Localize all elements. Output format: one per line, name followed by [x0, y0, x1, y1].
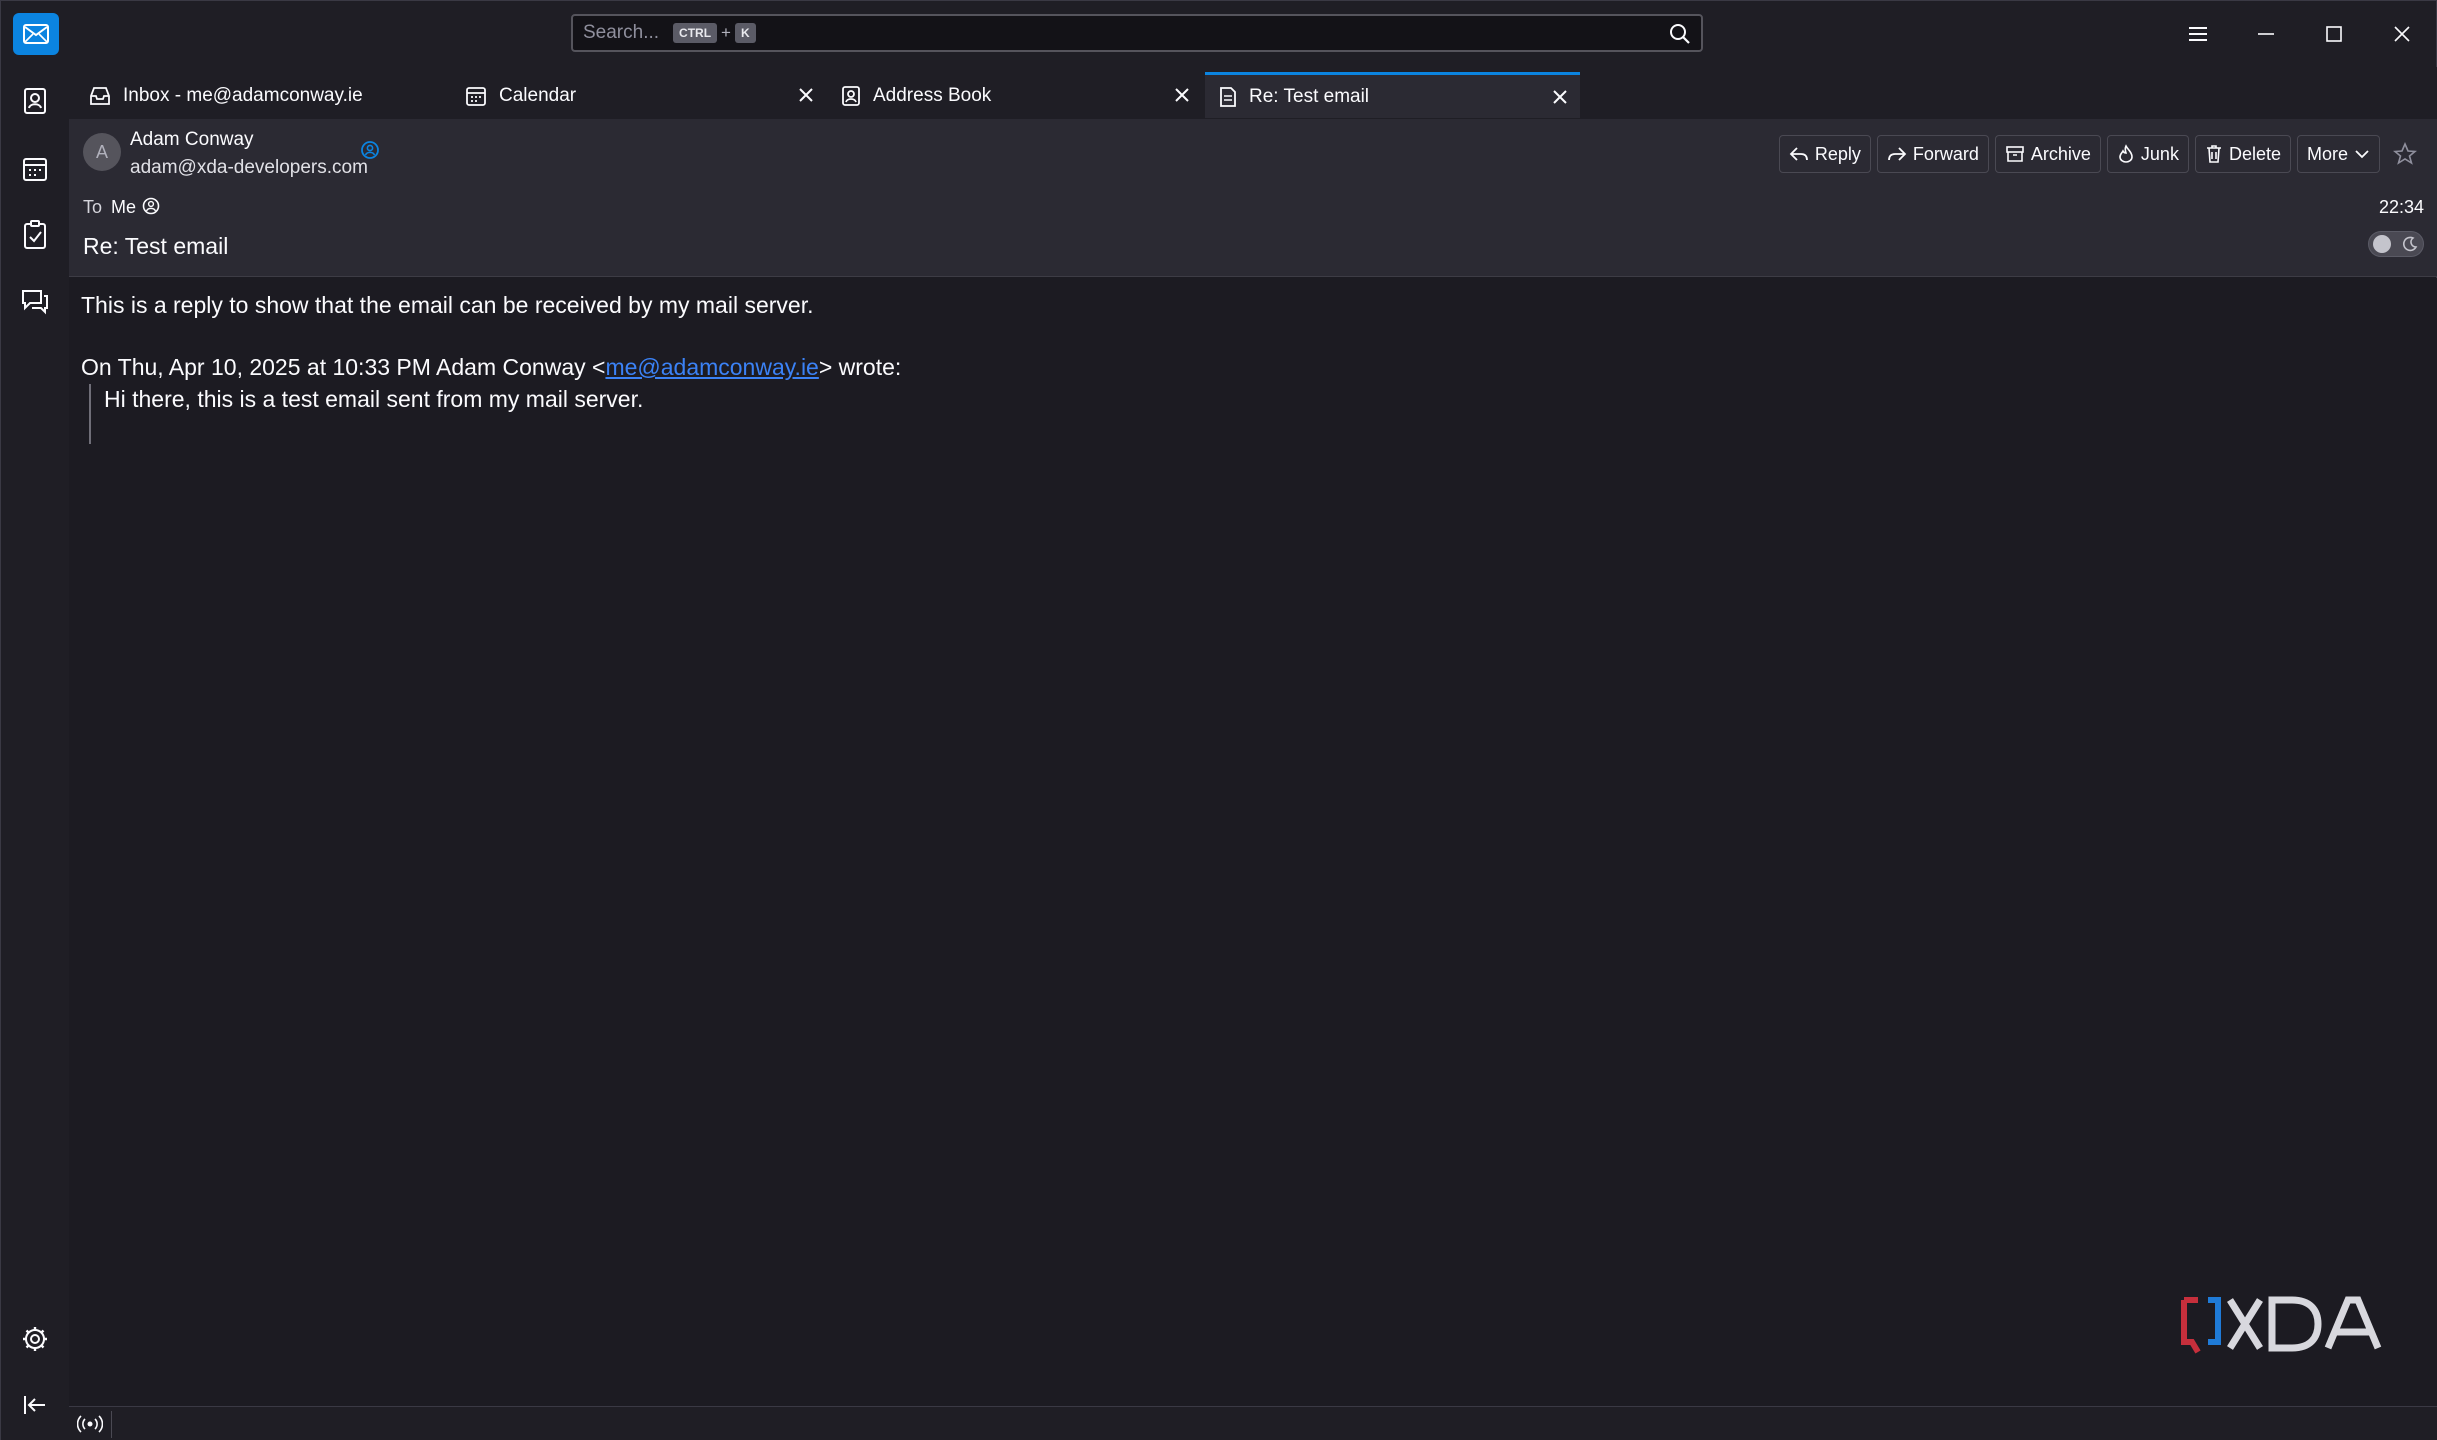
attribution-suffix: > wrote:	[818, 354, 902, 380]
thunderbird-window: Search... CTRL + K Inbox - me@adamconway…	[0, 0, 2437, 1440]
hamburger-menu-icon[interactable]	[2164, 1, 2232, 67]
message-subject: Re: Test email	[83, 233, 229, 259]
minimize-icon[interactable]	[2232, 1, 2300, 67]
contact-status-icon[interactable]	[361, 141, 379, 164]
sender-email[interactable]: adam@xda-developers.com	[130, 157, 368, 179]
search-icon[interactable]	[1669, 23, 1691, 50]
tab-label: Address Book	[873, 85, 992, 106]
sender-name[interactable]: Adam Conway	[130, 129, 254, 151]
archive-label: Archive	[2030, 143, 2091, 164]
tab-inbox[interactable]: Inbox - me@adamconway.ie	[75, 73, 450, 119]
tab-label: Re: Test email	[1249, 85, 1370, 107]
chat-space-icon[interactable]	[13, 279, 57, 323]
star-icon[interactable]	[2386, 135, 2424, 173]
contact-icon	[142, 197, 160, 220]
message-actions: Reply Forward Archive Junk Delete More	[1778, 135, 2424, 173]
to-label: To	[83, 197, 103, 217]
spaces-toolbar	[1, 67, 69, 1440]
search-input[interactable]: Search... CTRL + K	[571, 14, 1703, 52]
tab-address-book[interactable]: Address Book	[827, 73, 1202, 119]
address-book-space-icon[interactable]	[13, 79, 57, 123]
address-book-icon	[841, 85, 861, 107]
more-label: More	[2306, 143, 2348, 164]
attribution-prefix: On Thu, Apr 10, 2025 at 10:33 PM Adam Co…	[81, 354, 606, 380]
junk-flame-icon	[2119, 144, 2133, 163]
close-tab-icon[interactable]	[1172, 85, 1192, 105]
settings-gear-icon[interactable]	[13, 1317, 57, 1361]
junk-button[interactable]: Junk	[2106, 135, 2189, 173]
message-body[interactable]: This is a reply to show that the email c…	[69, 278, 2437, 1406]
calendar-space-icon[interactable]	[13, 147, 57, 191]
reply-icon	[1789, 147, 1808, 161]
reply-label: Reply	[1814, 143, 1861, 164]
maximize-icon[interactable]	[2300, 1, 2368, 67]
message-icon	[1219, 86, 1237, 108]
shortcut-k-key: K	[734, 23, 756, 43]
status-divider	[111, 1411, 112, 1438]
body-paragraph: This is a reply to show that the email c…	[81, 292, 814, 318]
archive-button[interactable]: Archive	[1994, 135, 2101, 173]
tab-calendar[interactable]: Calendar	[451, 73, 826, 119]
close-window-icon[interactable]	[2368, 1, 2436, 67]
window-controls	[2164, 1, 2436, 67]
title-bar: Search... CTRL + K	[1, 1, 2436, 67]
tab-message[interactable]: Re: Test email	[1205, 72, 1580, 118]
tab-label: Inbox - me@adamconway.ie	[123, 85, 363, 106]
mail-app-logo-icon[interactable]	[13, 13, 59, 55]
avatar: A	[83, 133, 121, 171]
delete-button[interactable]: Delete	[2194, 135, 2291, 173]
quoted-text: Hi there, this is a test email sent from…	[89, 384, 1289, 444]
quoted-line: Hi there, this is a test email sent from…	[104, 386, 644, 412]
recipient-me[interactable]: Me	[111, 197, 136, 218]
close-tab-icon[interactable]	[1550, 87, 1570, 107]
close-tab-icon[interactable]	[796, 85, 816, 105]
toggle-knob	[2373, 235, 2391, 253]
status-bar	[69, 1406, 2437, 1440]
message-time: 22:34	[2378, 197, 2424, 217]
calendar-icon	[465, 85, 487, 107]
trash-icon	[2206, 145, 2221, 163]
tab-label: Calendar	[499, 85, 577, 106]
shortcut-ctrl-key: CTRL	[673, 23, 718, 43]
moon-icon	[2401, 235, 2419, 258]
junk-label: Junk	[2140, 143, 2179, 164]
message-header: A Adam Conway adam@xda-developers.com Re…	[69, 119, 2437, 277]
forward-icon	[1887, 147, 1907, 161]
forward-button[interactable]: Forward	[1876, 135, 1989, 173]
reply-button[interactable]: Reply	[1778, 135, 1871, 173]
tab-bar: Inbox - me@adamconway.ie Calendar Addres…	[69, 67, 2437, 119]
inbox-icon	[89, 86, 111, 106]
archive-icon	[2006, 146, 2024, 162]
search-placeholder: Search...	[583, 22, 660, 43]
chevron-down-icon	[2355, 150, 2369, 159]
forward-label: Forward	[1912, 143, 1979, 164]
attribution-email-link[interactable]: me@adamconway.ie	[605, 354, 818, 380]
delete-label: Delete	[2228, 143, 2281, 164]
online-status-icon[interactable]	[76, 1413, 104, 1440]
collapse-spaces-icon[interactable]	[13, 1383, 57, 1427]
tasks-space-icon[interactable]	[13, 213, 57, 257]
more-button[interactable]: More	[2296, 135, 2380, 173]
xda-watermark-logo	[2178, 1292, 2408, 1370]
reply-attribution: On Thu, Apr 10, 2025 at 10:33 PM Adam Co…	[81, 352, 901, 383]
shortcut-plus: +	[721, 23, 731, 42]
dark-mode-toggle[interactable]	[2368, 231, 2424, 257]
